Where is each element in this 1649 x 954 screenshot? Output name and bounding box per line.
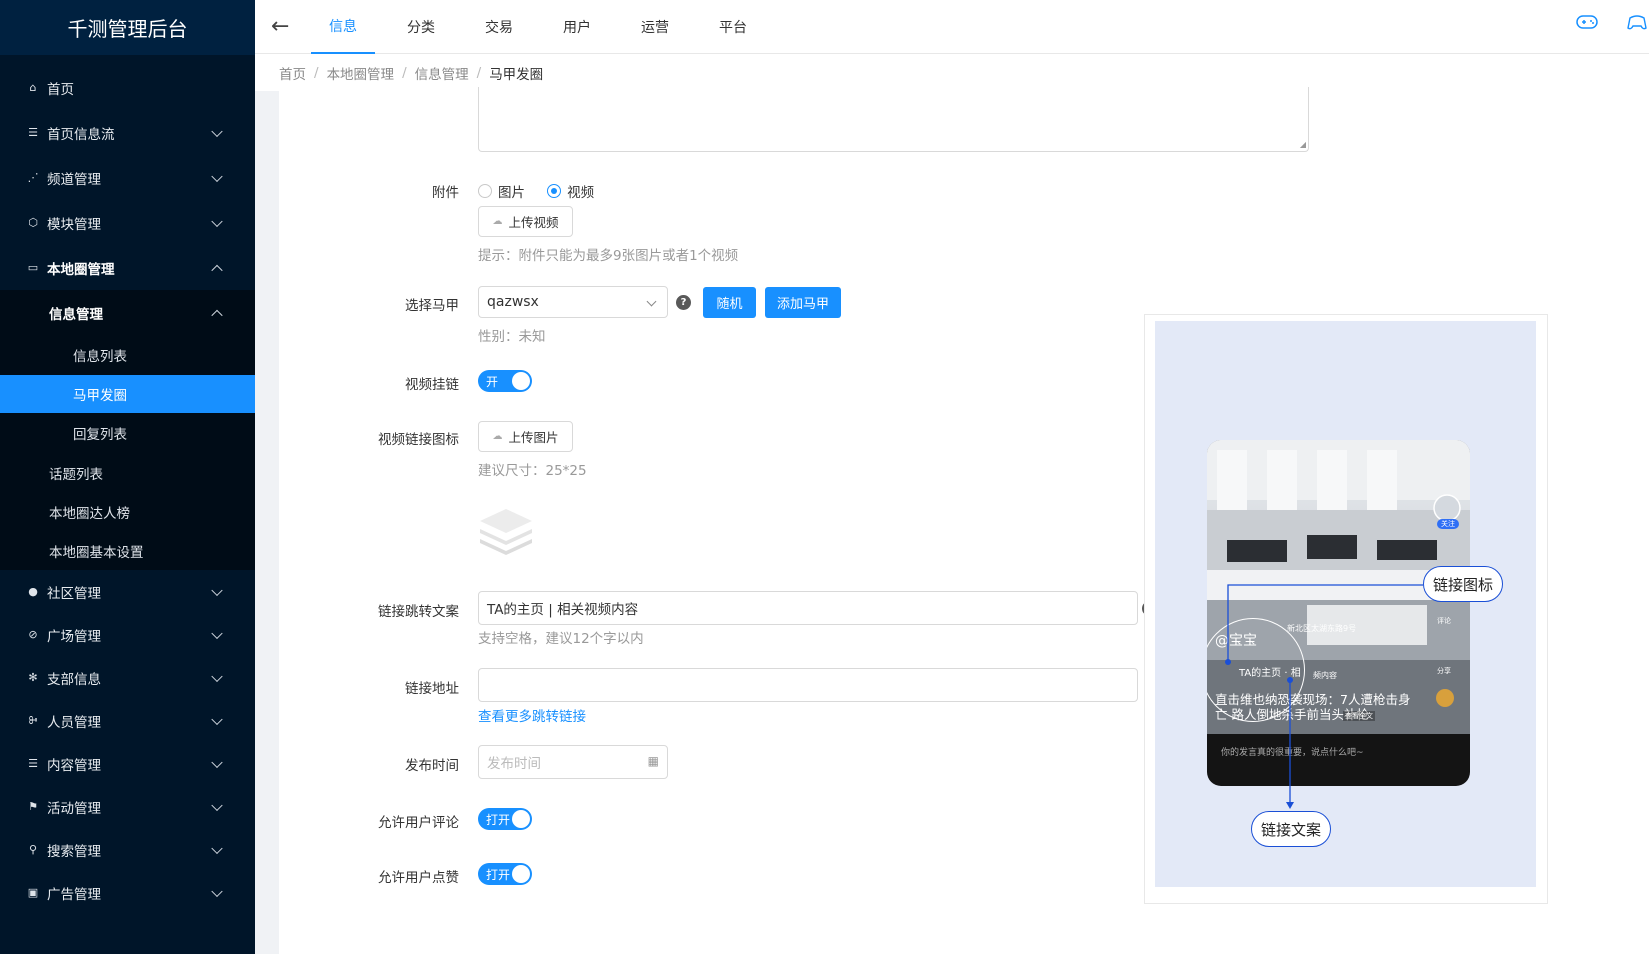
callout-link-icon: 链接图标 (1423, 566, 1503, 602)
callout-lines (1225, 584, 1423, 809)
callout-link-text: 链接文案 (1251, 811, 1331, 847)
